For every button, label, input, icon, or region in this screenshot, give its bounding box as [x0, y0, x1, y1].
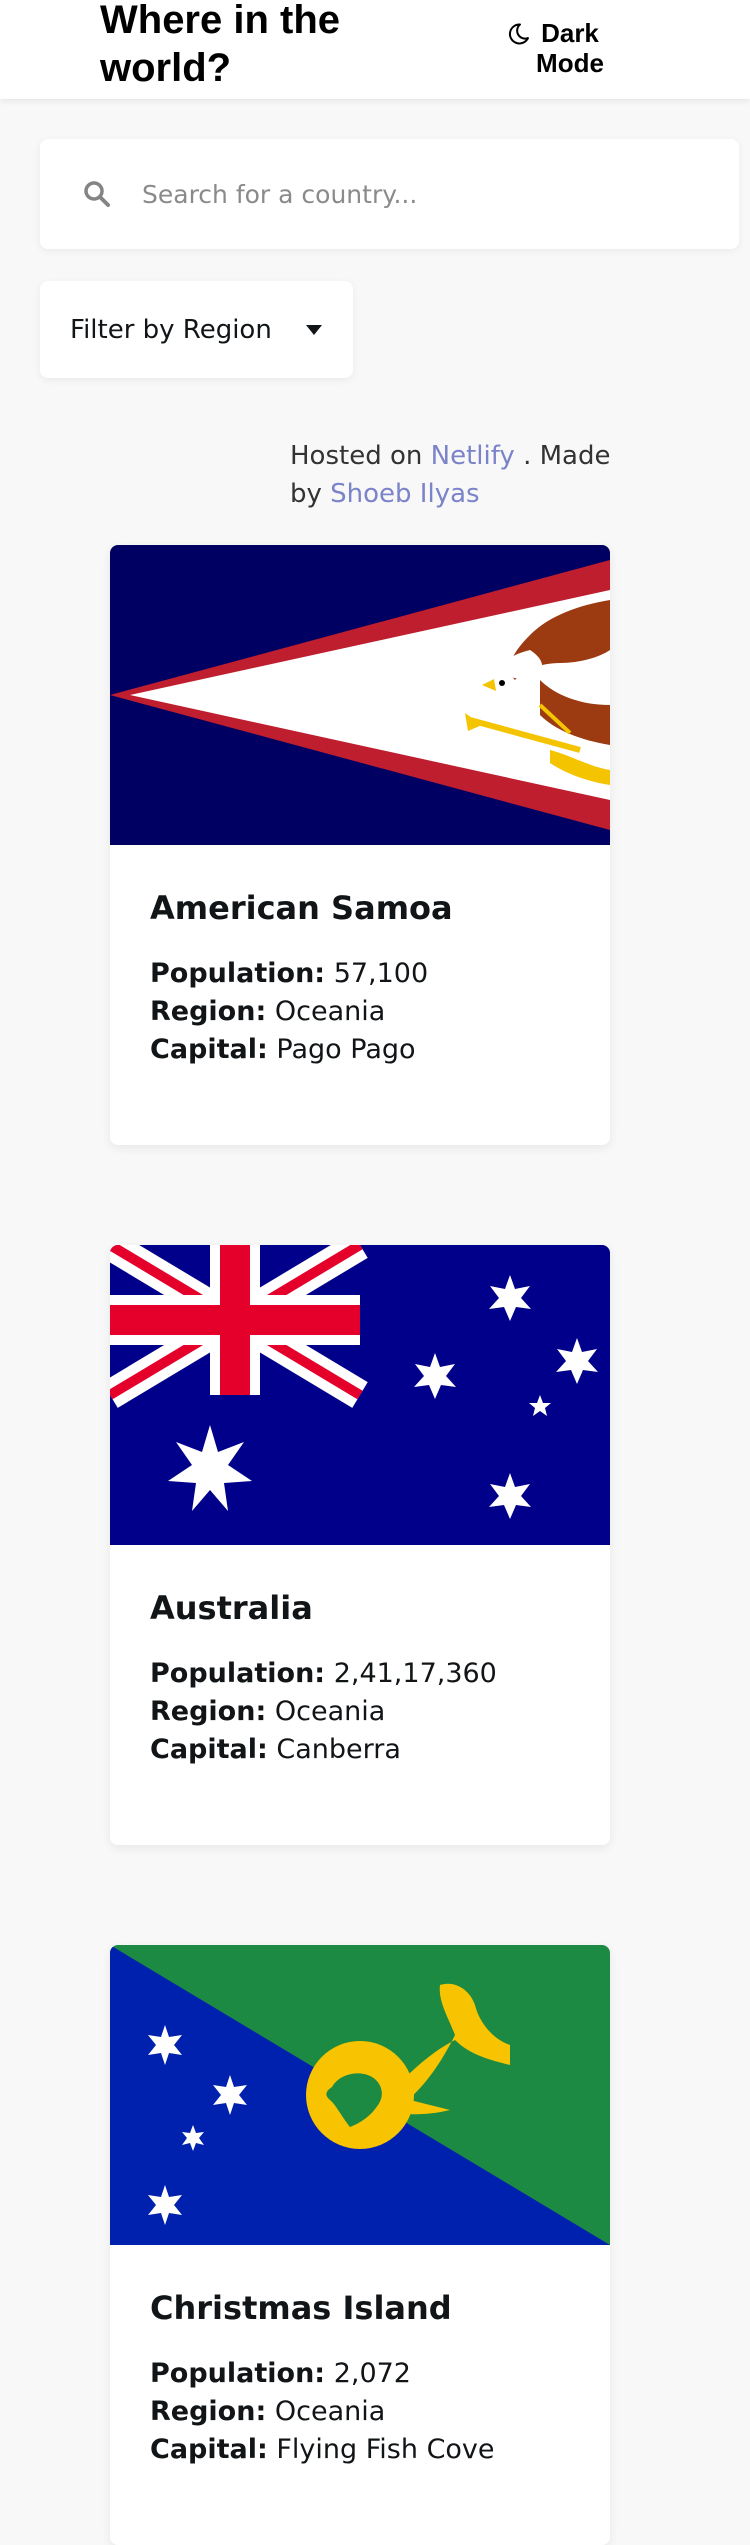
netlify-link[interactable]: Netlify: [431, 441, 515, 471]
capital-label: Capital:: [150, 2434, 268, 2465]
australia-flag-icon: [110, 1245, 610, 1545]
region-label: Region:: [150, 996, 267, 1027]
region-value: Oceania: [274, 2396, 386, 2427]
region-value: Oceania: [274, 996, 386, 1027]
attribution-prefix: Hosted on: [290, 441, 423, 471]
country-card[interactable]: Christmas Island Population: 2,072 Regio…: [110, 1945, 610, 2545]
capital-value: Pago Pago: [276, 1034, 416, 1065]
search-box[interactable]: [40, 139, 739, 249]
capital-stat: Capital: Pago Pago: [150, 1031, 570, 1069]
population-value: 2,072: [333, 2358, 411, 2389]
capital-value: Canberra: [276, 1734, 401, 1765]
christmas-island-flag-icon: [110, 1945, 610, 2245]
region-label: Region:: [150, 1696, 267, 1727]
app-header: Where in the world? Dark Mode: [0, 0, 750, 99]
population-label: Population:: [150, 1658, 326, 1689]
american-samoa-flag-icon: [110, 545, 610, 845]
dark-mode-label: Dark Mode: [536, 18, 604, 78]
region-filter-label: Filter by Region: [70, 314, 272, 345]
dark-mode-toggle[interactable]: Dark Mode: [506, 18, 606, 78]
search-icon: [84, 181, 110, 207]
population-label: Population:: [150, 2358, 326, 2389]
region-label: Region:: [150, 2396, 267, 2427]
population-label: Population:: [150, 958, 326, 989]
region-stat: Region: Oceania: [150, 993, 570, 1031]
region-stat: Region: Oceania: [150, 1693, 570, 1731]
country-card[interactable]: Australia Population: 2,41,17,360 Region…: [110, 1245, 610, 1845]
capital-label: Capital:: [150, 1034, 268, 1065]
author-link[interactable]: Shoeb Ilyas: [330, 479, 479, 509]
population-value: 2,41,17,360: [333, 1658, 497, 1689]
attribution: Hosted on Netlify . Made by Shoeb Ilyas: [290, 437, 620, 513]
capital-label: Capital:: [150, 1734, 268, 1765]
population-value: 57,100: [333, 958, 429, 989]
app-title: Where in the world?: [100, 0, 341, 90]
population-stat: Population: 57,100: [150, 955, 570, 993]
country-name: Christmas Island: [150, 2289, 452, 2327]
population-stat: Population: 2,41,17,360: [150, 1655, 570, 1693]
country-card[interactable]: American Samoa Population: 57,100 Region…: [110, 545, 610, 1145]
country-name: American Samoa: [150, 889, 453, 927]
caret-down-icon: [306, 324, 322, 335]
population-stat: Population: 2,072: [150, 2355, 570, 2393]
country-name: Australia: [150, 1589, 313, 1627]
region-value: Oceania: [274, 1696, 386, 1727]
capital-stat: Capital: Canberra: [150, 1731, 570, 1769]
region-stat: Region: Oceania: [150, 2393, 570, 2431]
capital-stat: Capital: Flying Fish Cove: [150, 2431, 570, 2469]
capital-value: Flying Fish Cove: [276, 2434, 495, 2465]
search-input[interactable]: [140, 178, 704, 210]
moon-icon: [508, 23, 529, 45]
region-filter-dropdown[interactable]: Filter by Region: [40, 281, 353, 378]
